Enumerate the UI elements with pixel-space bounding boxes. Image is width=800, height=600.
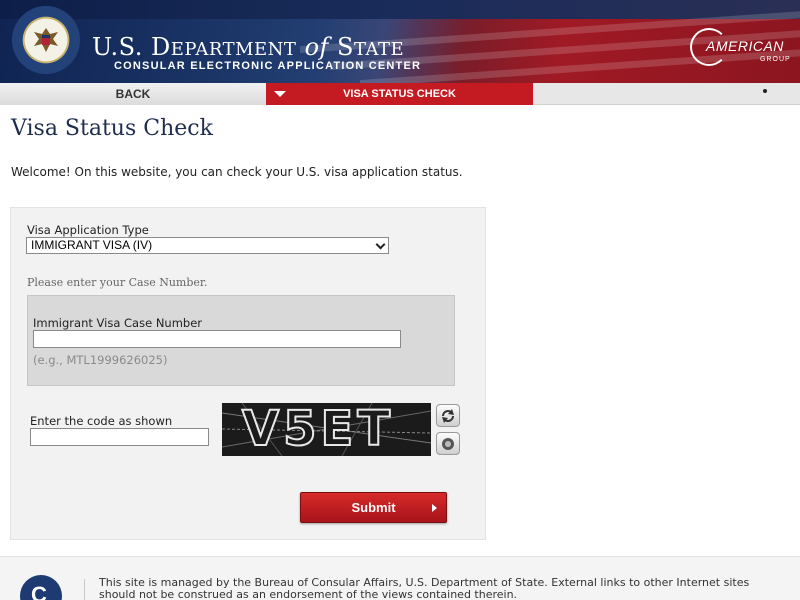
- captcha-text: V5ET: [241, 403, 395, 456]
- captcha-audio-button[interactable]: [436, 432, 460, 455]
- seal-icon: [12, 6, 80, 74]
- caret-down-icon: [274, 91, 286, 97]
- nav-bar: BACK VISA STATUS CHECK: [0, 83, 800, 105]
- page-title: Visa Status Check: [11, 116, 213, 141]
- submit-label: Submit: [351, 500, 396, 515]
- visa-type-select[interactable]: IMMIGRANT VISA (IV): [26, 237, 389, 254]
- captcha-label: Enter the code as shown: [30, 414, 173, 428]
- case-number-input[interactable]: [33, 330, 401, 348]
- back-button[interactable]: BACK: [0, 83, 266, 105]
- welcome-text: Welcome! On this website, you can check …: [11, 165, 463, 179]
- visa-type-label: Visa Application Type: [27, 223, 149, 237]
- logo-letter: C: [31, 582, 47, 600]
- consular-affairs-logo-icon: C: [20, 575, 62, 600]
- tab-label: VISA STATUS CHECK: [343, 88, 456, 100]
- agency-logo-group: GROUP: [760, 56, 791, 63]
- tab-visa-status-check[interactable]: VISA STATUS CHECK: [266, 83, 533, 105]
- case-number-label: Immigrant Visa Case Number: [33, 316, 203, 330]
- captcha-refresh-button[interactable]: [436, 404, 460, 427]
- eagle-icon: [34, 28, 58, 52]
- audio-icon: [442, 437, 454, 450]
- submit-button[interactable]: Submit: [300, 492, 447, 523]
- agency-logo: AMERICAN GROUP: [688, 26, 794, 70]
- banner-top-strip: [0, 0, 800, 19]
- header-banner: U.S. DEPARTMENT of STATE CONSULAR ELECTR…: [0, 0, 800, 83]
- department-subtitle: CONSULAR ELECTRONIC APPLICATION CENTER: [114, 60, 422, 72]
- case-number-example: (e.g., MTL1999626025): [33, 353, 168, 367]
- captcha-input[interactable]: [30, 428, 209, 446]
- case-number-prompt: Please enter your Case Number.: [27, 276, 208, 289]
- chevron-right-icon: [432, 504, 437, 512]
- chevron-down-icon: [375, 239, 386, 250]
- footer: C This site is managed by the Bureau of …: [0, 556, 800, 600]
- menu-dot-icon: [763, 89, 767, 93]
- captcha-image: V5ET: [222, 403, 431, 456]
- refresh-icon: [442, 408, 454, 423]
- footer-text: This site is managed by the Bureau of Co…: [99, 576, 750, 600]
- department-title: U.S. DEPARTMENT of STATE: [92, 33, 405, 61]
- visa-type-value: IMMIGRANT VISA (IV): [31, 238, 153, 252]
- footer-divider: [84, 579, 85, 600]
- agency-logo-word: AMERICAN: [706, 38, 784, 54]
